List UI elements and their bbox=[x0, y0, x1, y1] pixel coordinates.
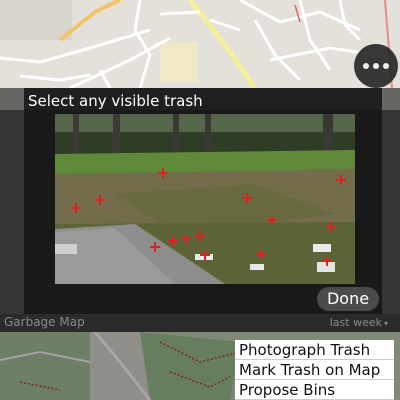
time-filter-dropdown[interactable]: last week ▾ bbox=[330, 316, 388, 329]
more-dot-icon bbox=[363, 63, 369, 69]
trash-selection-dialog: Select any visible trash Done bbox=[24, 88, 382, 314]
done-button[interactable]: Done bbox=[317, 287, 379, 311]
more-options-button[interactable] bbox=[354, 44, 398, 88]
trash-marker[interactable] bbox=[200, 250, 210, 260]
time-filter-label: last week bbox=[329, 316, 382, 329]
chevron-down-icon: ▾ bbox=[383, 319, 388, 328]
trash-photo[interactable] bbox=[55, 114, 355, 284]
trash-marker[interactable] bbox=[181, 234, 191, 244]
trash-marker[interactable] bbox=[256, 249, 266, 259]
menu-item-propose-bins[interactable]: Propose Bins bbox=[235, 380, 394, 400]
trash-marker[interactable] bbox=[336, 175, 346, 185]
trash-marker[interactable] bbox=[326, 222, 336, 232]
trash-marker[interactable] bbox=[242, 193, 252, 203]
trash-marker[interactable] bbox=[195, 231, 205, 241]
trash-marker[interactable] bbox=[150, 242, 160, 252]
trash-marker[interactable] bbox=[322, 256, 332, 266]
trash-marker[interactable] bbox=[267, 215, 277, 225]
garbage-map-title: Garbage Map bbox=[4, 315, 85, 329]
dialog-title: Select any visible trash bbox=[28, 92, 203, 110]
action-menu: Photograph Trash Mark Trash on Map Propo… bbox=[235, 340, 394, 400]
trash-marker[interactable] bbox=[71, 203, 81, 213]
trash-marker[interactable] bbox=[168, 236, 178, 246]
trash-marker[interactable] bbox=[95, 195, 105, 205]
menu-item-mark-trash-on-map[interactable]: Mark Trash on Map bbox=[235, 360, 394, 380]
more-dot-icon bbox=[373, 63, 379, 69]
more-dot-icon bbox=[383, 63, 389, 69]
menu-item-photograph-trash[interactable]: Photograph Trash bbox=[235, 340, 394, 360]
trash-marker[interactable] bbox=[158, 168, 168, 178]
garbage-map-bar: Garbage Map last week ▾ bbox=[0, 314, 400, 332]
